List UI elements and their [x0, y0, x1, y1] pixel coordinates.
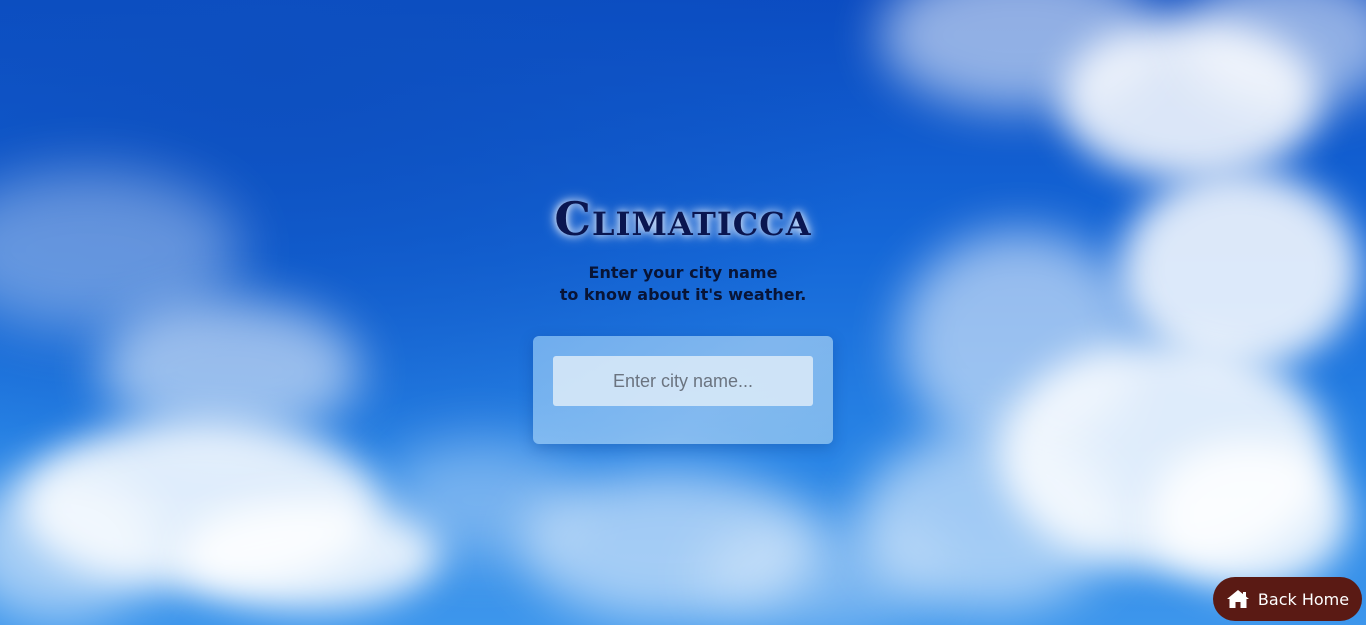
search-panel-wrapper: Climaticca Enter your city name to know … — [0, 190, 1366, 444]
app-title: Climaticca — [554, 192, 812, 246]
search-card — [533, 336, 833, 444]
city-search-input[interactable] — [553, 356, 813, 406]
back-home-button[interactable]: Back Home — [1213, 577, 1362, 621]
home-icon — [1226, 589, 1250, 609]
subtitle-line-1: Enter your city name — [588, 263, 778, 282]
subtitle-line-2: to know about it's weather. — [559, 285, 807, 304]
subtitle: Enter your city name to know about it's … — [560, 262, 807, 306]
back-home-label: Back Home — [1257, 589, 1350, 609]
